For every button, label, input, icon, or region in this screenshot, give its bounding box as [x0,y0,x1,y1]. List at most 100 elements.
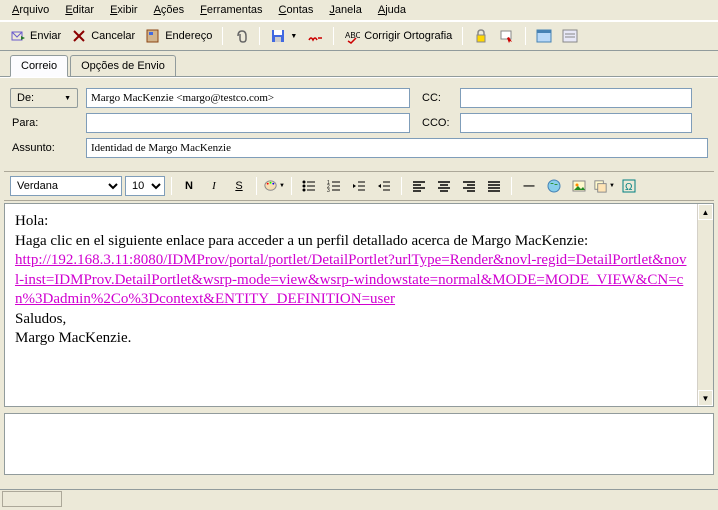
menu-acoes[interactable]: Ações [146,2,193,18]
bullets-button[interactable] [298,176,320,196]
align-center-button[interactable] [433,176,455,196]
message-body[interactable]: Hola: Haga clic en el siguiente enlace p… [5,204,697,406]
menu-contas[interactable]: Contas [271,2,322,18]
subject-field[interactable] [86,138,708,158]
body-link[interactable]: http://192.168.3.11:8080/IDMProv/portal/… [15,252,686,307]
fontsize-selector[interactable]: 10 [125,176,165,196]
address-button[interactable]: Endereço [141,26,216,46]
dropdown-arrow-icon: ▼ [64,95,71,102]
indent-icon [376,178,392,194]
svg-text:ABC: ABC [345,31,360,40]
align-left-icon [411,178,427,194]
underline-button[interactable]: S [228,176,250,196]
compose-tabs: Correio Opções de Envio [0,51,718,77]
send-button[interactable]: Enviar [6,26,65,46]
lock-icon [473,28,489,44]
save-button[interactable]: ▼ [266,26,301,46]
background-icon [593,178,608,194]
view2-button[interactable] [558,26,582,46]
bgcolor-button[interactable]: ▼ [593,176,615,196]
menubar: Arquivo Editar Exibir Ações Ferramentas … [0,0,718,21]
spellcheck-icon: ABC [344,28,360,44]
fontcolor-button[interactable]: ▼ [263,176,285,196]
cancel-icon [71,28,87,44]
globe-link-icon [546,178,562,194]
menu-janela[interactable]: Janela [321,2,369,18]
palette-icon [263,178,278,194]
separator [171,177,172,195]
view1-button[interactable] [532,26,556,46]
cancel-button[interactable]: Cancelar [67,26,139,46]
align-justify-icon [486,178,502,194]
sign-button[interactable] [495,26,519,46]
disk-icon [270,28,286,44]
separator [511,177,512,195]
message-header: De: ▼ CC: Para: CCO: Assunto: [0,77,718,169]
bold-button[interactable]: N [178,176,200,196]
menu-arquivo[interactable]: Arquivo [4,2,57,18]
scroll-up-button[interactable]: ▲ [698,204,713,220]
align-right-button[interactable] [458,176,480,196]
numbers-button[interactable]: 123 [323,176,345,196]
font-selector[interactable]: Verdana [10,176,122,196]
italic-button[interactable]: I [203,176,225,196]
cancel-label: Cancelar [91,30,135,42]
outdent-button[interactable] [348,176,370,196]
cc-label: CC: [418,92,452,104]
hr-icon: — [524,180,535,192]
align-center-icon [436,178,452,194]
link-button[interactable] [543,176,565,196]
from-label: De: [17,92,34,104]
align-left-button[interactable] [408,176,430,196]
hr-button[interactable]: — [518,176,540,196]
tab-correio[interactable]: Correio [10,55,68,77]
number-list-icon: 123 [326,178,342,194]
dropdown-arrow-icon: ▼ [290,33,297,40]
body-intro: Haga clic en el siguiente enlace para ac… [15,232,687,252]
tab-opcoes-envio[interactable]: Opções de Envio [70,55,176,76]
bullet-list-icon [301,178,317,194]
outdent-icon [351,178,367,194]
plain-view-icon [562,28,578,44]
html-view-icon [536,28,552,44]
statusbar [0,489,718,507]
menu-exibir[interactable]: Exibir [102,2,146,18]
vertical-scrollbar[interactable]: ▲ ▼ [697,204,713,406]
scroll-down-button[interactable]: ▼ [698,390,713,406]
picture-icon [571,178,587,194]
addressbook-icon [145,28,161,44]
send-label: Enviar [30,30,61,42]
body-signature: Margo MacKenzie. [15,329,687,349]
compose-area: Hola: Haga clic en el siguiente enlace p… [4,203,714,407]
separator [256,177,257,195]
address-label: Endereço [165,30,212,42]
format-toolbar: Verdana 10 N I S ▼ 123 — ▼ Ω [4,171,714,201]
from-selector[interactable]: De: ▼ [10,88,78,108]
attachment-pane[interactable] [4,413,714,475]
dropdown-arrow-icon: ▼ [279,183,285,189]
body-greeting: Hola: [15,212,687,232]
spellcheck-label: Corrigir Ortografia [364,30,452,42]
main-toolbar: Enviar Cancelar Endereço ▼ ABC Corrigir … [0,21,718,51]
from-field[interactable] [86,88,410,108]
menu-ferramentas[interactable]: Ferramentas [192,2,270,18]
separator [333,27,334,45]
symbol-button[interactable]: Ω [618,176,640,196]
image-button[interactable] [568,176,590,196]
encrypt-button[interactable] [469,26,493,46]
spellcheck-button[interactable]: ABC Corrigir Ortografia [340,26,456,46]
bcc-label: CCO: [418,117,452,129]
indent-button[interactable] [373,176,395,196]
bcc-field[interactable] [460,113,692,133]
menu-editar[interactable]: Editar [57,2,102,18]
to-label: Para: [10,117,78,129]
to-field[interactable] [86,113,410,133]
separator [525,27,526,45]
attach-button[interactable] [229,26,253,46]
signature-button[interactable] [303,26,327,46]
align-right-icon [461,178,477,194]
cc-field[interactable] [460,88,692,108]
menu-ajuda[interactable]: Ajuda [370,2,414,18]
align-justify-button[interactable] [483,176,505,196]
subject-label: Assunto: [10,142,78,154]
